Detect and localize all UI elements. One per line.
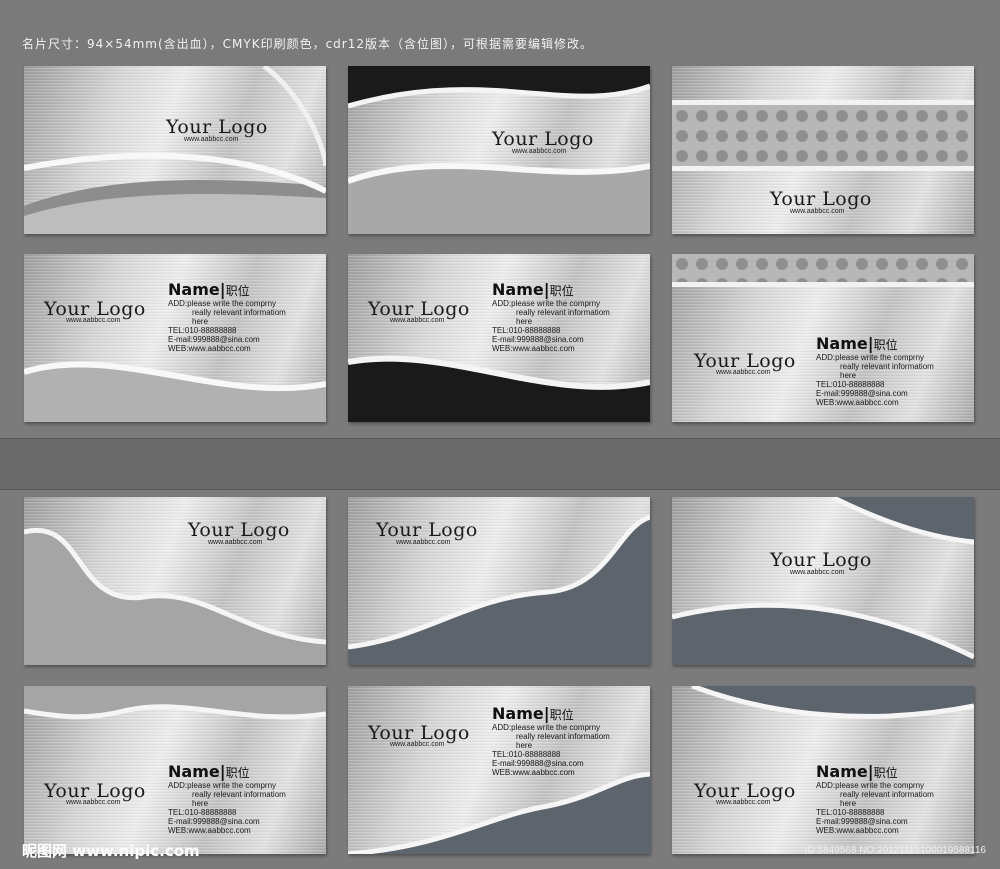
tel-line: TEL:010-88888888 — [492, 750, 561, 759]
contact-name: Name — [492, 704, 544, 723]
url-text: www.aabbcc.com — [66, 317, 121, 324]
url-text: www.aabbcc.com — [716, 799, 771, 806]
email-line: E-mail:999888@sina.com — [168, 335, 260, 344]
card-back-4: Your Logo www.aabbcc.com Name|职位 ADD:ple… — [24, 686, 326, 854]
address-line: ADD:please write the comprny — [492, 723, 601, 732]
address-line: really relevant informatiom — [840, 790, 934, 799]
tel-line: TEL:010-88888888 — [492, 326, 561, 335]
web-line: WEB:www.aabbcc.com — [816, 398, 899, 407]
url-text: www.aabbcc.com — [790, 208, 845, 215]
address-line: ADD:please write the comprny — [168, 299, 277, 308]
email-line: E-mail:999888@sina.com — [816, 389, 908, 398]
address-line: ADD:please write the comprny — [816, 353, 925, 362]
url-text: www.aabbcc.com — [184, 136, 239, 143]
web-line: WEB:www.aabbcc.com — [168, 344, 251, 353]
address-line: ADD:please write the comprny — [492, 299, 601, 308]
contact-block: Name|职位 ADD:please write the comprny rea… — [816, 762, 946, 835]
card-front-5: Your Logo www.aabbcc.com — [348, 497, 650, 665]
address-line: here — [192, 317, 209, 326]
card-front-1: Your Logo www.aabbcc.com — [24, 66, 326, 234]
address-line: really relevant informatiom — [516, 732, 610, 741]
header-bar: 名片尺寸：94×54mm(含出血），CMYK印刷颜色，cdr12版本（含位图），… — [0, 0, 1000, 58]
wave-decoration — [348, 66, 650, 234]
address-line: here — [192, 799, 209, 808]
tel-line: TEL:010-88888888 — [168, 326, 237, 335]
card-back-3: Your Logo www.aabbcc.com Name|职位 ADD:ple… — [672, 254, 974, 422]
header-description: 名片尺寸：94×54mm(含出血），CMYK印刷颜色，cdr12版本（含位图），… — [22, 37, 594, 51]
url-text: www.aabbcc.com — [512, 148, 567, 155]
contact-block: Name|职位 ADD:please write the comprny rea… — [168, 762, 298, 835]
address-line: here — [840, 799, 857, 808]
address-line: really relevant informatiom — [840, 362, 934, 371]
contact-block: Name|职位 ADD:please write the comprny rea… — [492, 704, 622, 777]
contact-title: 职位 — [549, 284, 574, 298]
web-line: WEB:www.aabbcc.com — [168, 826, 251, 835]
email-line: E-mail:999888@sina.com — [492, 759, 584, 768]
card-front-6: Your Logo www.aabbcc.com — [672, 497, 974, 665]
email-line: E-mail:999888@sina.com — [168, 817, 260, 826]
contact-name: Name — [168, 280, 220, 299]
email-line: E-mail:999888@sina.com — [492, 335, 584, 344]
contact-title: 职位 — [873, 766, 898, 780]
logo-text: Your Logo — [770, 549, 872, 571]
web-line: WEB:www.aabbcc.com — [492, 768, 575, 777]
card-back-5: Your Logo www.aabbcc.com Name|职位 ADD:ple… — [348, 686, 650, 854]
contact-name: Name — [816, 334, 868, 353]
web-line: WEB:www.aabbcc.com — [492, 344, 575, 353]
wave-decoration — [672, 497, 974, 665]
card-front-4: Your Logo www.aabbcc.com — [24, 497, 326, 665]
contact-name: Name — [816, 762, 868, 781]
address-line: here — [516, 741, 533, 750]
url-text: www.aabbcc.com — [790, 569, 845, 576]
image-id-text: ID:5849568 NO:20121115100019588116 — [804, 845, 986, 856]
address-line: really relevant informatiom — [516, 308, 610, 317]
url-text: www.aabbcc.com — [208, 539, 263, 546]
tel-line: TEL:010-88888888 — [168, 808, 237, 817]
contact-title: 职位 — [225, 284, 250, 298]
card-back-2: Your Logo www.aabbcc.com Name|职位 ADD:ple… — [348, 254, 650, 422]
card-front-2: Your Logo www.aabbcc.com — [348, 66, 650, 234]
card-back-1: Your Logo www.aabbcc.com Name|职位 ADD:ple… — [24, 254, 326, 422]
address-line: here — [516, 317, 533, 326]
contact-block: Name|职位 ADD:please write the comprny rea… — [492, 280, 622, 353]
address-line: really relevant informatiom — [192, 308, 286, 317]
url-text: www.aabbcc.com — [66, 799, 121, 806]
logo-text: Your Logo — [770, 188, 872, 210]
contact-name: Name — [168, 762, 220, 781]
logo-text: Your Logo — [166, 116, 268, 138]
web-line: WEB:www.aabbcc.com — [816, 826, 899, 835]
contact-name: Name — [492, 280, 544, 299]
logo-text: Your Logo — [188, 519, 290, 541]
url-text: www.aabbcc.com — [390, 741, 445, 748]
address-line: really relevant informatiom — [192, 790, 286, 799]
email-line: E-mail:999888@sina.com — [816, 817, 908, 826]
contact-title: 职位 — [549, 708, 574, 722]
url-text: www.aabbcc.com — [390, 317, 445, 324]
wave-decoration — [24, 66, 326, 234]
address-line: ADD:please write the comprny — [816, 781, 925, 790]
tel-line: TEL:010-88888888 — [816, 380, 885, 389]
tel-line: TEL:010-88888888 — [816, 808, 885, 817]
logo-text: Your Logo — [492, 128, 594, 150]
section-divider — [0, 438, 1000, 490]
url-text: www.aabbcc.com — [716, 369, 771, 376]
logo-text: Your Logo — [376, 519, 478, 541]
contact-title: 职位 — [873, 338, 898, 352]
address-line: ADD:please write the comprny — [168, 781, 277, 790]
contact-title: 职位 — [225, 766, 250, 780]
watermark-text: 昵图网 www.nipic.com — [22, 842, 200, 860]
contact-block: Name|职位 ADD:please write the comprny rea… — [816, 334, 946, 407]
contact-block: Name|职位 ADD:please write the comprny rea… — [168, 280, 298, 353]
card-back-6: Your Logo www.aabbcc.com Name|职位 ADD:ple… — [672, 686, 974, 854]
card-front-3: Your Logo www.aabbcc.com — [672, 66, 974, 234]
url-text: www.aabbcc.com — [396, 539, 451, 546]
address-line: here — [840, 371, 857, 380]
